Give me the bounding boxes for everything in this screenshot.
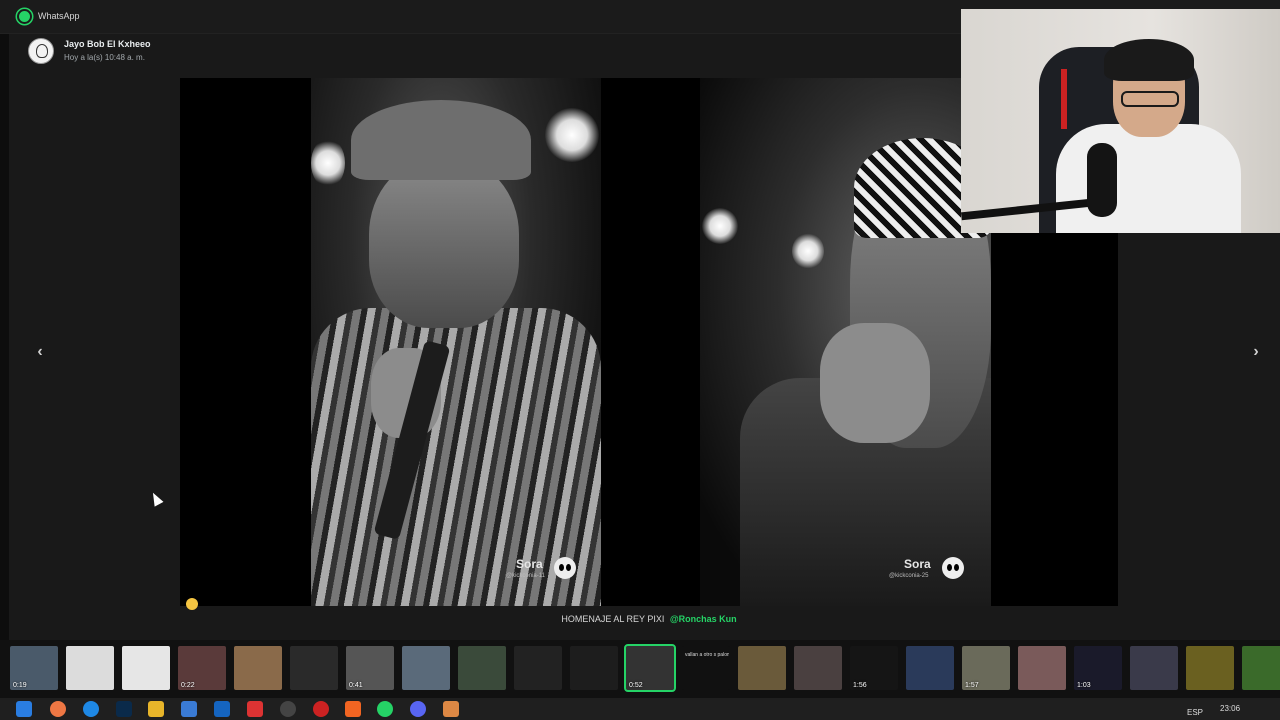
avatar[interactable] (28, 38, 54, 64)
media-thumbnail[interactable] (290, 646, 338, 690)
discord-icon[interactable] (410, 701, 426, 717)
photo-right: Sora @kickconia-25 (700, 78, 991, 606)
video-duration: 1:03 (1077, 682, 1091, 689)
app-title: WhatsApp (38, 11, 80, 21)
video-duration: 1:56 (853, 682, 867, 689)
whatsapp-icon (17, 9, 32, 24)
windows-start-icon[interactable] (16, 701, 32, 717)
sender-time: Hoy a la(s) 10:48 a. m. (64, 53, 145, 62)
video-duration: 0:41 (349, 682, 363, 689)
media-thumbnail[interactable] (1186, 646, 1234, 690)
media-thumbnail[interactable] (738, 646, 786, 690)
microphone (1087, 143, 1117, 217)
media-thumbnail[interactable] (570, 646, 618, 690)
media-thumbnail[interactable]: 1:56 (850, 646, 898, 690)
caption-mention[interactable]: @Ronchas Kun (670, 614, 737, 624)
video-duration: 0:19 (13, 682, 27, 689)
opera-icon[interactable] (313, 701, 329, 717)
next-media-button[interactable]: › (1246, 343, 1266, 363)
media-thumbnail[interactable]: 0:19 (10, 646, 58, 690)
media-thumbnail[interactable] (122, 646, 170, 690)
language-indicator[interactable]: ESP (1187, 708, 1203, 717)
brave-icon[interactable] (345, 701, 361, 717)
thumbnail-text: vallan a otro s paloma el quie Tigo (685, 652, 729, 658)
clock[interactable]: 23:06 (1220, 704, 1240, 713)
singer-head (369, 158, 519, 328)
media-thumbnail[interactable] (1130, 646, 1178, 690)
media-thumbnail[interactable] (514, 646, 562, 690)
taskbar: ESP 23:06 (0, 698, 1280, 720)
cap (351, 100, 531, 180)
whatsapp-taskbar-icon[interactable] (377, 701, 393, 717)
hands (820, 323, 930, 443)
bokeh-light (311, 138, 345, 188)
watermark: Sora (516, 557, 543, 571)
edge-icon[interactable] (83, 701, 99, 717)
caption-text: HOMENAJE AL REY PIXI (561, 614, 665, 624)
chair-stripe (1061, 69, 1067, 129)
media-thumbnail[interactable]: 1:57 (962, 646, 1010, 690)
webcam-overlay (961, 9, 1280, 233)
app-icon[interactable] (443, 701, 459, 717)
sender-name: Jayo Bob El Kxheeo (64, 39, 151, 49)
media-thumbnail[interactable] (1242, 646, 1280, 690)
previous-media-button[interactable]: ‹ (30, 343, 50, 363)
media-thumbnail[interactable]: 1:03 (1074, 646, 1122, 690)
reaction-emoji-icon[interactable] (186, 598, 198, 610)
media-thumbnail[interactable] (458, 646, 506, 690)
media-thumbnail[interactable]: 0:22 (178, 646, 226, 690)
sora-logo-icon (942, 557, 964, 579)
media-thumbnail[interactable] (906, 646, 954, 690)
video-duration: 0:52 (629, 682, 643, 689)
photoshop-icon[interactable] (116, 701, 132, 717)
media-thumbnail[interactable] (794, 646, 842, 690)
media-thumbnail[interactable] (402, 646, 450, 690)
photo-left: Sora @kickconia-11 (311, 78, 601, 606)
media-caption: HOMENAJE AL REY PIXI @Ronchas Kun (0, 614, 1280, 624)
obs-icon[interactable] (280, 701, 296, 717)
glasses (1121, 91, 1179, 107)
media-thumbnail[interactable] (234, 646, 282, 690)
chrome-icon[interactable] (50, 701, 66, 717)
bokeh-light (702, 208, 738, 244)
bokeh-light (792, 233, 824, 269)
app-icon[interactable] (247, 701, 263, 717)
streamer-shirt (1056, 124, 1241, 233)
media-thumbnail[interactable] (66, 646, 114, 690)
watermark-handle: @kickconia-25 (889, 573, 929, 579)
watermark-handle: @kickconia-11 (506, 573, 545, 579)
file-explorer-icon[interactable] (148, 701, 164, 717)
media-thumbnail[interactable] (1018, 646, 1066, 690)
bokeh-light (545, 108, 599, 162)
media-thumbnail[interactable]: 0:41 (346, 646, 394, 690)
video-duration: 0:22 (181, 682, 195, 689)
sora-logo-icon (554, 557, 576, 579)
watermark: Sora (904, 557, 931, 571)
mail-icon[interactable] (214, 701, 230, 717)
video-duration: 1:57 (965, 682, 979, 689)
streamer-hair (1104, 39, 1194, 81)
media-thumbnail[interactable]: vallan a otro s paloma el quie Tigo (682, 646, 730, 690)
left-edge (0, 34, 9, 640)
store-icon[interactable] (181, 701, 197, 717)
media-thumbnail[interactable]: 0:52 (624, 644, 676, 692)
thumbnail-strip: 0:19 0:22 0:41 0:52 vallan a otro s paloma e… (0, 640, 1280, 698)
